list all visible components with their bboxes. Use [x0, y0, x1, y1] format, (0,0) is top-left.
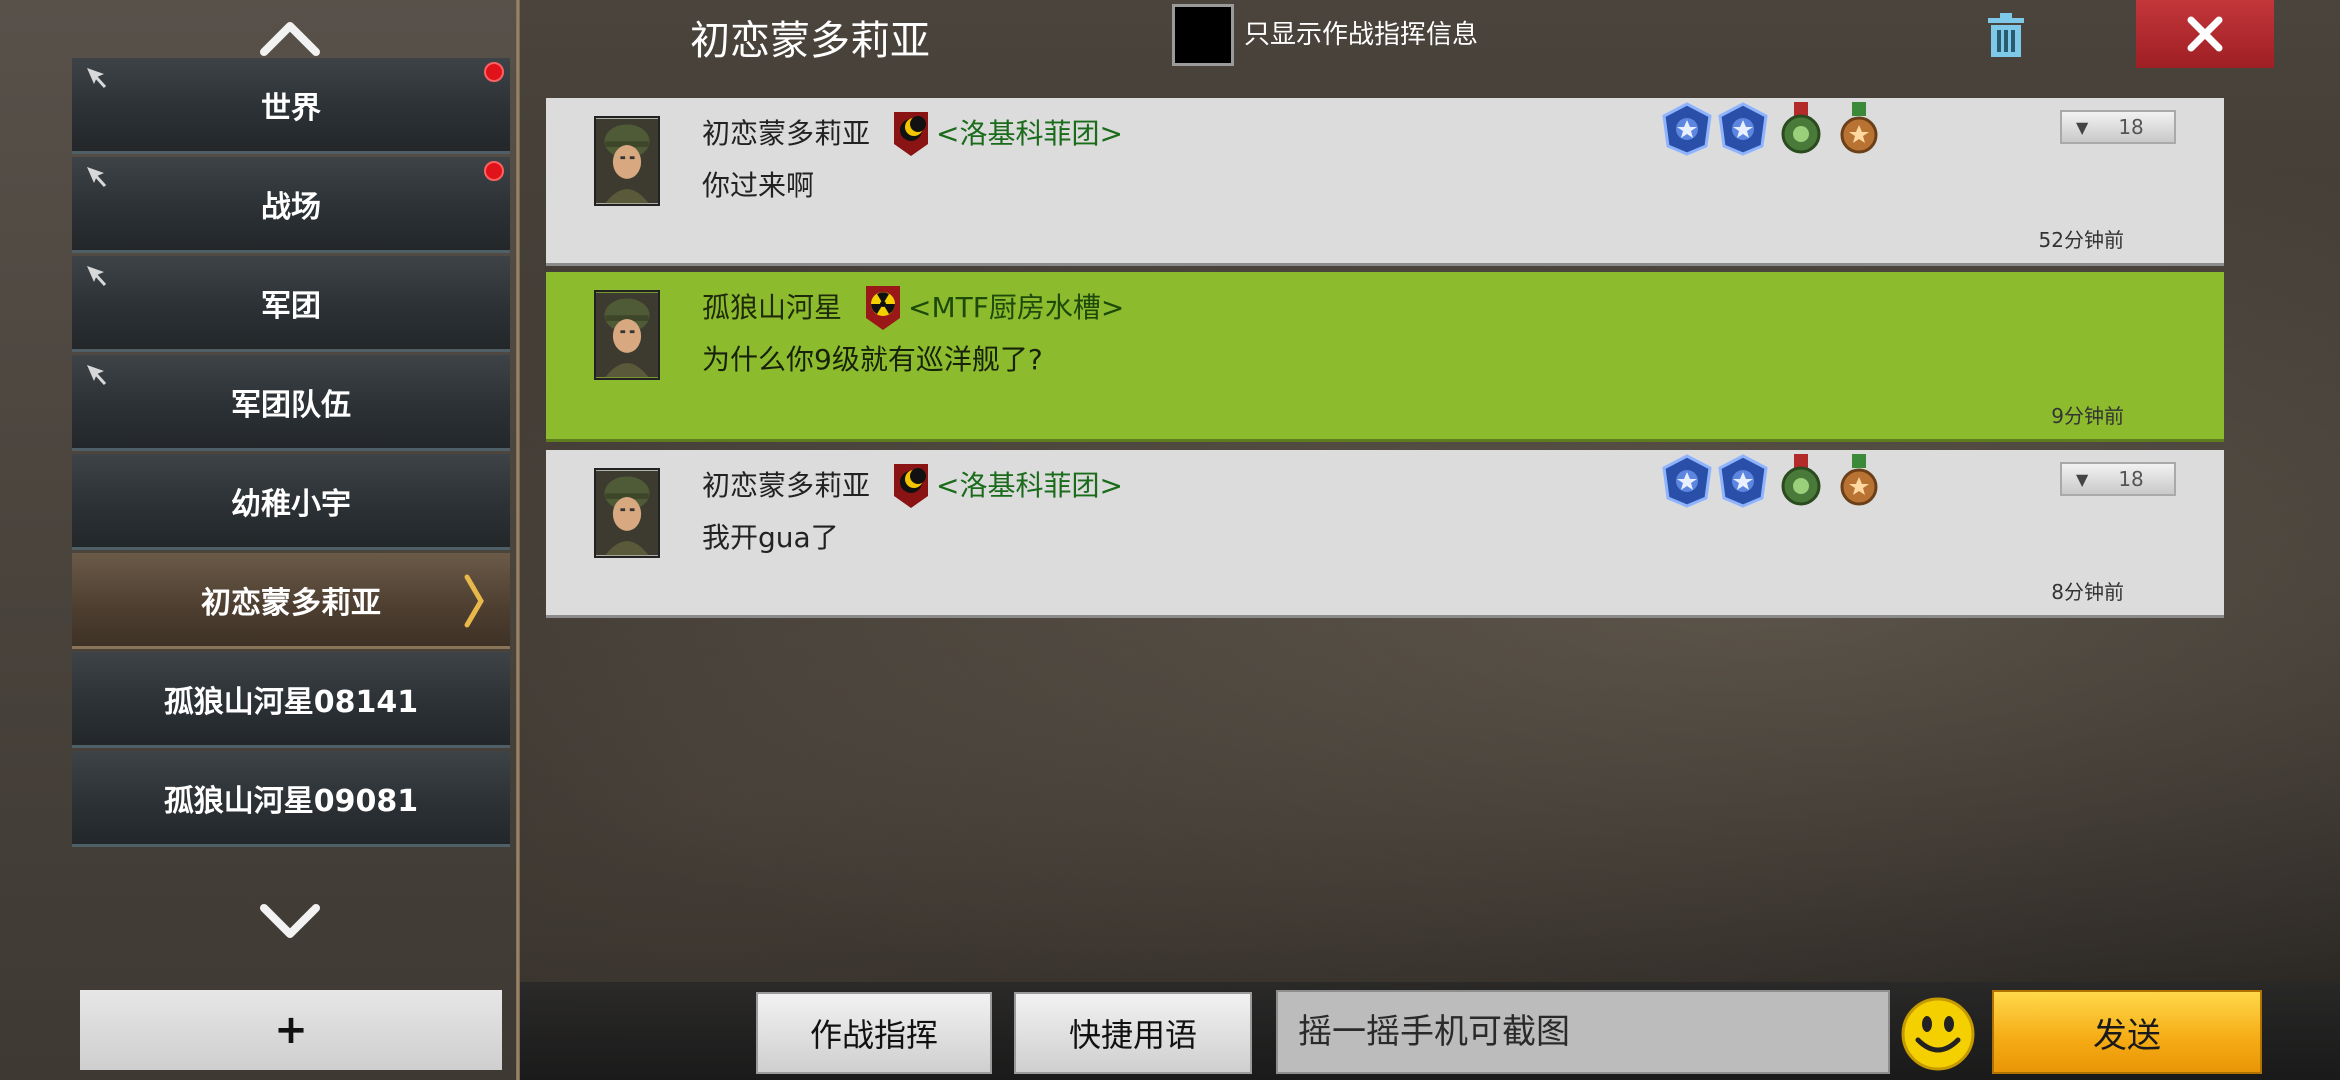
moon-emblem-icon	[894, 112, 928, 156]
moon-emblem-icon	[894, 464, 928, 508]
message-text: 你过来啊	[702, 169, 815, 202]
blue-star-medal-icon[interactable]	[1660, 102, 1714, 156]
trash-icon[interactable]	[1984, 12, 2028, 58]
pin-icon	[87, 167, 107, 188]
chat-message: 初恋蒙多莉亚 <洛基科菲团> 你过来啊 52分钟前 ▼ 18	[546, 98, 2224, 266]
channel-label: 军团队伍	[231, 387, 351, 423]
soldier-avatar[interactable]	[594, 116, 660, 206]
add-channel-button[interactable]: +	[80, 990, 502, 1070]
channel-tab[interactable]: 战场	[72, 157, 510, 253]
chat-message: 初恋蒙多莉亚 <洛基科菲团> 我开gua了 8分钟前 ▼ 18	[546, 450, 2224, 618]
radiation-emblem-icon	[866, 286, 900, 330]
close-button[interactable]	[2136, 0, 2274, 68]
channel-tab[interactable]: 军团	[72, 256, 510, 352]
legion-name[interactable]: <洛基科菲团>	[936, 112, 1123, 152]
pin-icon	[87, 68, 107, 89]
channel-tab[interactable]: 幼稚小宇	[72, 454, 510, 550]
sender-name[interactable]: 初恋蒙多莉亚	[702, 112, 870, 152]
unread-dot	[484, 161, 504, 181]
chat-title: 初恋蒙多莉亚	[690, 18, 930, 64]
chevron-right-icon	[464, 574, 484, 628]
unread-dot	[484, 62, 504, 82]
battle-command-filter-label: 只显示作战指挥信息	[1244, 20, 1479, 50]
message-timestamp: 8分钟前	[2051, 580, 2124, 604]
blue-star-medal-icon[interactable]	[1660, 454, 1714, 508]
channel-tab[interactable]: 军团队伍	[72, 355, 510, 451]
channel-tab[interactable]: 孤狼山河星09081	[72, 751, 510, 847]
pin-icon	[87, 365, 107, 386]
sidebar-divider	[516, 0, 520, 1080]
soldier-avatar[interactable]	[594, 290, 660, 380]
message-text: 我开gua了	[702, 521, 839, 554]
close-icon	[2187, 16, 2223, 52]
channel-tab[interactable]: 孤狼山河星08141	[72, 652, 510, 748]
soldier-avatar[interactable]	[594, 468, 660, 558]
bronze-star-medal-icon[interactable]	[1832, 454, 1886, 508]
green-gear-medal-icon[interactable]	[1774, 102, 1828, 156]
legion-name[interactable]: <MTF厨房水槽>	[908, 286, 1124, 326]
chat-message: 孤狼山河星 <MTF厨房水槽> 为什么你9级就有巡洋舰了? 9分钟前	[546, 272, 2224, 442]
chat-input[interactable]	[1276, 990, 1890, 1074]
pin-icon	[87, 266, 107, 287]
bronze-star-medal-icon[interactable]	[1832, 102, 1886, 156]
channel-label: 战场	[261, 189, 321, 225]
channel-label: 幼稚小宇	[231, 486, 351, 522]
sender-name[interactable]: 孤狼山河星	[702, 286, 842, 326]
blue-star-medal-icon[interactable]	[1716, 102, 1770, 156]
blue-star-medal-icon[interactable]	[1716, 454, 1770, 508]
channel-label: 军团	[261, 288, 321, 324]
level-badge[interactable]: ▼ 18	[2060, 110, 2176, 144]
send-button[interactable]: 发送	[1992, 990, 2262, 1074]
battle-command-button[interactable]: 作战指挥	[756, 992, 992, 1074]
channel-tab[interactable]: 世界	[72, 58, 510, 154]
green-gear-medal-icon[interactable]	[1774, 454, 1828, 508]
message-text: 为什么你9级就有巡洋舰了?	[702, 343, 1043, 376]
level-value: 18	[2118, 115, 2144, 139]
channel-sidebar: 世界战场军团军团队伍幼稚小宇初恋蒙多莉亚孤狼山河星08141 孤狼山河星09081…	[0, 0, 520, 1080]
channel-label: 初恋蒙多莉亚	[201, 585, 381, 621]
legion-name[interactable]: <洛基科菲团>	[936, 464, 1123, 504]
level-value: 18	[2118, 467, 2144, 491]
channel-label: 世界	[261, 90, 321, 126]
message-timestamp: 52分钟前	[2038, 228, 2124, 252]
channel-tab[interactable]: 初恋蒙多莉亚	[72, 553, 510, 649]
battle-command-filter-checkbox[interactable]	[1172, 4, 1234, 66]
sender-name[interactable]: 初恋蒙多莉亚	[702, 464, 870, 504]
message-timestamp: 9分钟前	[2051, 404, 2124, 428]
channel-label: 孤狼山河星09081	[163, 783, 419, 819]
level-badge[interactable]: ▼ 18	[2060, 462, 2176, 496]
channel-label: 孤狼山河星08141	[163, 684, 419, 720]
triangle-down-icon: ▼	[2076, 469, 2089, 489]
scroll-down-arrow-icon[interactable]	[250, 890, 330, 950]
emoji-smiley-icon[interactable]	[1900, 996, 1976, 1072]
quick-phrase-button[interactable]: 快捷用语	[1014, 992, 1252, 1074]
triangle-down-icon: ▼	[2076, 117, 2089, 137]
